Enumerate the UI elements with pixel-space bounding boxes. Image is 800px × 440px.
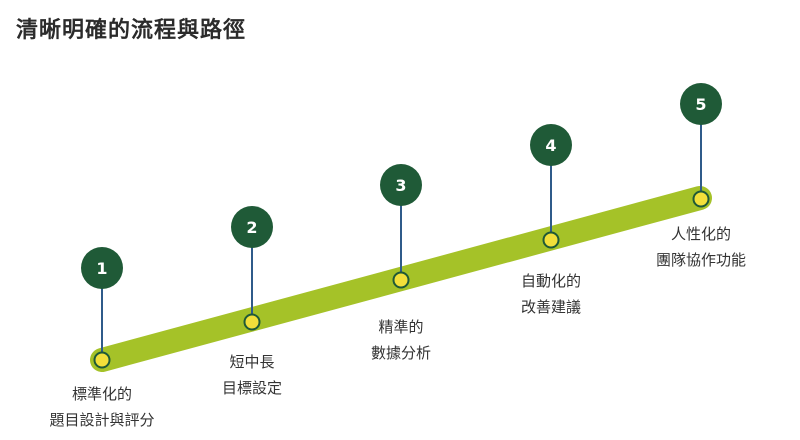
step-4-label: 自動化的 改善建議: [471, 268, 631, 320]
step-2-label-line2: 目標設定: [221, 379, 282, 397]
step-5: 5: [680, 83, 722, 208]
step-1-label-line1: 標準化的: [71, 385, 132, 403]
process-diagram: 1 2 3 4 5: [81, 83, 722, 372]
step-4-node: [542, 231, 560, 249]
step-3-label: 精準的 數據分析: [321, 314, 481, 366]
step-3-label-line2: 數據分析: [370, 344, 431, 362]
step-1-label-line2: 題目設計與評分: [49, 411, 155, 429]
step-5-label-line2: 團隊協作功能: [655, 251, 746, 269]
step-4-label-line1: 自動化的: [520, 272, 581, 290]
step-2-node: [243, 313, 261, 331]
step-2-label-line1: 短中長: [229, 353, 275, 371]
step-5-label: 人性化的 團隊協作功能: [621, 221, 781, 273]
step-3-number: 3: [395, 176, 406, 195]
step-4-number: 4: [545, 136, 556, 155]
step-2-label: 短中長 目標設定: [172, 349, 332, 401]
step-3-label-line1: 精準的: [378, 318, 424, 336]
step-4-label-line2: 改善建議: [520, 298, 581, 316]
step-1-number: 1: [96, 259, 107, 278]
step-2-number: 2: [246, 218, 257, 237]
step-1-node: [93, 351, 111, 369]
step-5-label-line1: 人性化的: [670, 225, 731, 243]
step-3-node: [392, 271, 410, 289]
step-5-number: 5: [695, 95, 706, 114]
step-1-label: 標準化的 題目設計與評分: [22, 381, 182, 433]
step-5-node: [692, 190, 710, 208]
